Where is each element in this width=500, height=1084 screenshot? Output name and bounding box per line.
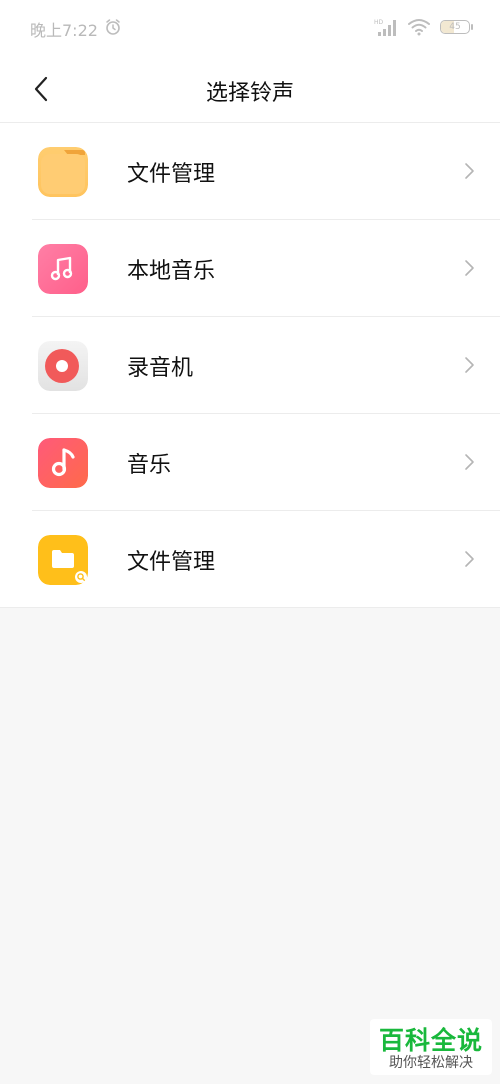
list-item-file-manager[interactable]: 文件管理 [0,123,500,220]
divider [0,607,500,608]
wifi-icon [408,19,430,36]
item-label: 录音机 [127,356,194,381]
page-title: 选择铃声 [205,81,294,106]
item-label: 文件管理 [127,162,216,187]
battery-tip [471,24,473,30]
list-item-local-music[interactable]: 本地音乐 [0,220,500,317]
list-item-file-manager-2[interactable]: 文件管理 [0,511,500,608]
watermark-sub: 助你轻松解决 [389,1055,473,1071]
header: 选择铃声 [0,56,500,123]
music-app-icon [38,438,88,488]
battery-level: 45 [449,22,461,32]
watermark: 百科全说 助你轻松解决 [370,1019,492,1075]
status-icons: HD 45 [374,16,473,38]
item-label: 文件管理 [127,550,216,575]
alarm-icon [106,19,120,35]
battery-icon: 45 [440,20,473,34]
chevron-right-icon [465,357,474,373]
chevron-right-icon [465,163,474,179]
chevron-right-icon [465,454,474,470]
status-time: 晚上7:22 [30,21,98,40]
status-bar: 晚上7:22 HD 45 [0,0,500,56]
chevron-right-icon [465,260,474,276]
list-item-recorder[interactable]: 录音机 [0,317,500,414]
recorder-app-icon [38,341,88,391]
folder-app-icon [38,147,88,197]
file-manager-app-icon [38,535,88,585]
svg-text:HD: HD [374,19,384,26]
item-label: 音乐 [127,453,172,478]
hd-signal-icon: HD [374,19,396,36]
item-label: 本地音乐 [127,259,216,284]
ringtone-source-list: 文件管理 本地音乐 录音机 音乐 文件管理 [0,123,500,608]
chevron-right-icon [465,551,474,567]
music-note-app-icon [38,244,88,294]
list-item-music[interactable]: 音乐 [0,414,500,511]
